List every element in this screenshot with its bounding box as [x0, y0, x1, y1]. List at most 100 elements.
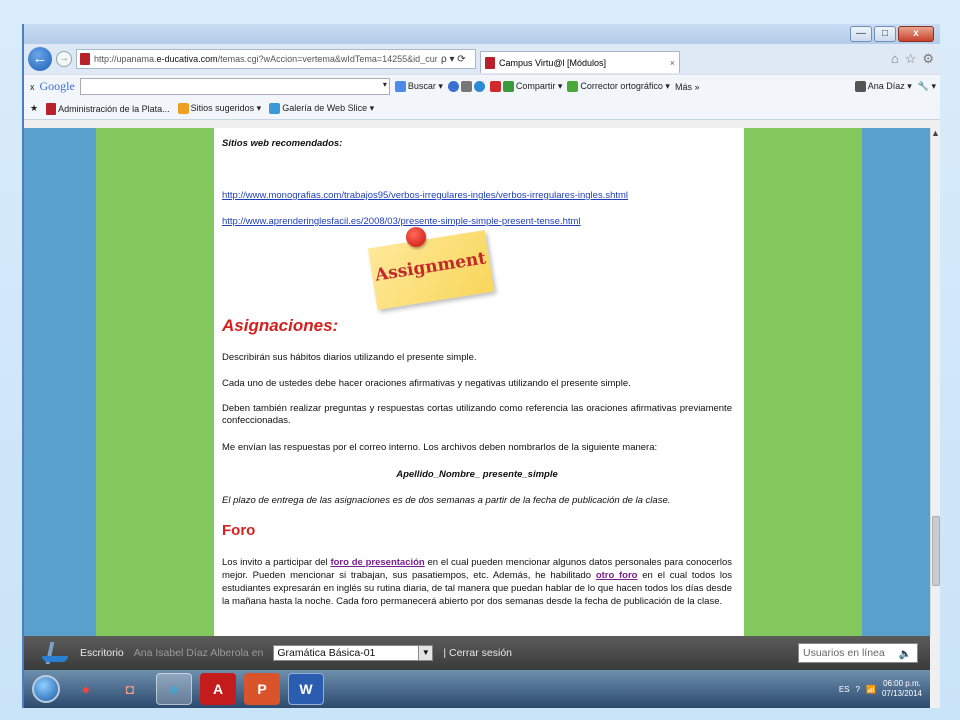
- course-select-value: Gramática Básica-01: [277, 647, 376, 659]
- translate-icon: [502, 81, 514, 92]
- favorites-star-icon[interactable]: ☆: [905, 51, 917, 67]
- clock-time: 06:00 p.m.: [883, 679, 921, 688]
- home-icon[interactable]: ⌂: [891, 51, 899, 67]
- presentation-forum-link[interactable]: foro de presentación: [330, 557, 424, 568]
- assignment-paragraph-4: Me envían las respuestas por el correo i…: [222, 442, 658, 453]
- chevron-down-icon[interactable]: ▾: [383, 80, 387, 89]
- outlook-taskbar-icon[interactable]: ◘: [112, 673, 148, 705]
- globe-icon: [447, 81, 459, 92]
- toolbar-icons-group[interactable]: [447, 81, 485, 92]
- logout-link[interactable]: | Cerrar sesión: [443, 647, 512, 659]
- platform-logo-icon: [42, 640, 70, 666]
- system-tray: ES ? 📶 06:00 p.m. 07/13/2014: [839, 679, 930, 699]
- google-toolbar-right: Ana Díaz ▾ 🔧 ▾: [854, 81, 940, 92]
- filename-format: Apellido_Nombre_ presente_simple: [396, 469, 558, 480]
- suggested-sites-icon: [177, 103, 189, 114]
- favorite-item-admin[interactable]: Administración de la Plata...: [46, 102, 170, 115]
- site-favicon-icon: [80, 53, 90, 65]
- sticky-note: Assignment: [367, 230, 495, 310]
- online-users-field[interactable]: Usuarios en línea 🔈: [798, 643, 918, 663]
- chevron-down-icon[interactable]: ▼: [418, 646, 433, 660]
- google-search-button[interactable]: Buscar ▾: [394, 81, 443, 92]
- asignaciones-heading: Asignaciones:: [222, 316, 339, 335]
- share-button[interactable]: Compartir ▾: [489, 81, 562, 92]
- tab-favicon-icon: [485, 56, 495, 69]
- favorites-bar: ★ Administración de la Plata... Sitios s…: [24, 98, 940, 120]
- page-viewport: Sitios web recomendados: http://www.mono…: [24, 128, 930, 636]
- scroll-up-icon[interactable]: ▲: [931, 128, 940, 138]
- lesson-content: Sitios web recomendados: http://www.mono…: [214, 128, 744, 636]
- foro-heading: Foro: [222, 522, 256, 539]
- url-text[interactable]: http://upanama.e-ducativa.com/temas.cgi?…: [94, 54, 437, 64]
- language-indicator[interactable]: ES: [839, 685, 850, 694]
- clock-date: 07/13/2014: [881, 689, 922, 698]
- right-blue-margin: [862, 128, 930, 636]
- chrome-taskbar-icon[interactable]: ●: [68, 673, 104, 705]
- recommended-heading: Sitios web recomendados:: [222, 138, 343, 149]
- powerpoint-taskbar-icon[interactable]: P: [244, 673, 280, 705]
- network-icon[interactable]: 📶: [866, 685, 876, 694]
- more-button[interactable]: Más »: [675, 82, 700, 92]
- address-bar[interactable]: http://upanama.e-ducativa.com/temas.cgi?…: [76, 49, 476, 69]
- close-window-button[interactable]: x: [898, 26, 934, 42]
- search-refresh-icon[interactable]: ρ ▾ ⟳: [441, 54, 475, 65]
- google-logo: Google: [39, 79, 75, 93]
- tab-campus-virtual[interactable]: Campus Virtu@l [Módulos] ×: [480, 51, 680, 73]
- campus-app-bar: Escritorio Ana Isabel Díaz Alberola en G…: [24, 636, 930, 670]
- bookmark-icon: [473, 81, 485, 92]
- user-avatar-icon: [854, 81, 866, 92]
- help-icon[interactable]: ?: [856, 685, 860, 694]
- favorite-item-web-slice[interactable]: Galería de Web Slice ▾: [269, 103, 374, 114]
- vertical-scrollbar[interactable]: ▲: [930, 128, 940, 636]
- course-select[interactable]: Gramática Básica-01 ▼: [273, 645, 434, 661]
- user-menu[interactable]: Ana Díaz ▾: [854, 81, 912, 92]
- window-controls: — □ x: [850, 26, 934, 42]
- left-blue-margin: [24, 128, 96, 636]
- speaker-icon[interactable]: 🔈: [899, 647, 912, 660]
- wrench-icon[interactable]: 🔧 ▾: [918, 81, 936, 92]
- web-slice-icon: [269, 103, 281, 114]
- forward-button[interactable]: →: [56, 51, 72, 67]
- deadline-text: El plazo de entrega de las asignaciones …: [222, 495, 671, 506]
- user-course-label: Ana Isabel Díaz Alberola en: [133, 647, 264, 659]
- desktop-link[interactable]: Escritorio: [80, 647, 124, 659]
- navigation-bar: ← → http://upanama.e-ducativa.com/temas.…: [24, 44, 940, 74]
- clock[interactable]: 06:00 p.m. 07/13/2014: [882, 679, 922, 699]
- foro-paragraph: Los invito a participar del foro de pres…: [222, 557, 732, 607]
- favorites-star-icon[interactable]: ★: [30, 103, 38, 114]
- assignment-paragraph-1: Describirán sus hábitos diarios utilizan…: [222, 352, 477, 363]
- google-plus-icon: [489, 81, 501, 92]
- left-green-column: [96, 128, 214, 636]
- google-search-input[interactable]: ▾: [79, 78, 390, 95]
- nav-right-icons: ⌂ ☆ ⚙: [891, 51, 940, 67]
- internet-explorer-taskbar-icon[interactable]: e: [156, 673, 192, 705]
- maximize-button[interactable]: □: [874, 26, 896, 42]
- assignment-sticky-text: Assignment: [373, 248, 488, 286]
- tab-title: Campus Virtu@l [Módulos]: [499, 57, 607, 68]
- assignment-image: Assignment: [364, 223, 495, 311]
- favorite-item-suggested-sites[interactable]: Sitios sugeridos ▾: [177, 103, 261, 114]
- right-green-column: [744, 128, 862, 636]
- browser-window: — □ x ← → http://upanama.e-ducativa.com/…: [24, 24, 940, 708]
- back-button[interactable]: ←: [28, 47, 52, 71]
- url-domain: e-ducativa.com: [156, 54, 218, 64]
- acrobat-taskbar-icon[interactable]: A: [200, 673, 236, 705]
- link-monografias[interactable]: http://www.monografias.com/trabajos95/ve…: [222, 190, 732, 202]
- admin-favicon-icon: [46, 102, 57, 115]
- tab-close-icon[interactable]: ×: [670, 58, 675, 68]
- spellcheck-icon: [567, 81, 579, 92]
- word-taskbar-icon[interactable]: W: [288, 673, 324, 705]
- google-search-icon: [394, 81, 406, 92]
- google-toolbar: x Google ▾ Buscar ▾ Compartir ▾ Correcto…: [24, 74, 940, 98]
- toolbar-close-icon[interactable]: x: [30, 82, 35, 92]
- minimize-button[interactable]: —: [850, 26, 872, 42]
- page-icon: [460, 81, 472, 92]
- start-button-icon[interactable]: [32, 675, 60, 703]
- spellcheck-button[interactable]: Corrector ortográfico ▾: [567, 81, 670, 92]
- scroll-thumb[interactable]: [932, 516, 940, 586]
- window-frame: — □ x: [24, 24, 940, 44]
- other-forum-link[interactable]: otro foro: [596, 570, 638, 581]
- gear-icon[interactable]: ⚙: [922, 51, 934, 67]
- assignment-paragraph-3: Deben también realizar preguntas y respu…: [222, 403, 732, 426]
- pushpin-icon: [406, 227, 426, 247]
